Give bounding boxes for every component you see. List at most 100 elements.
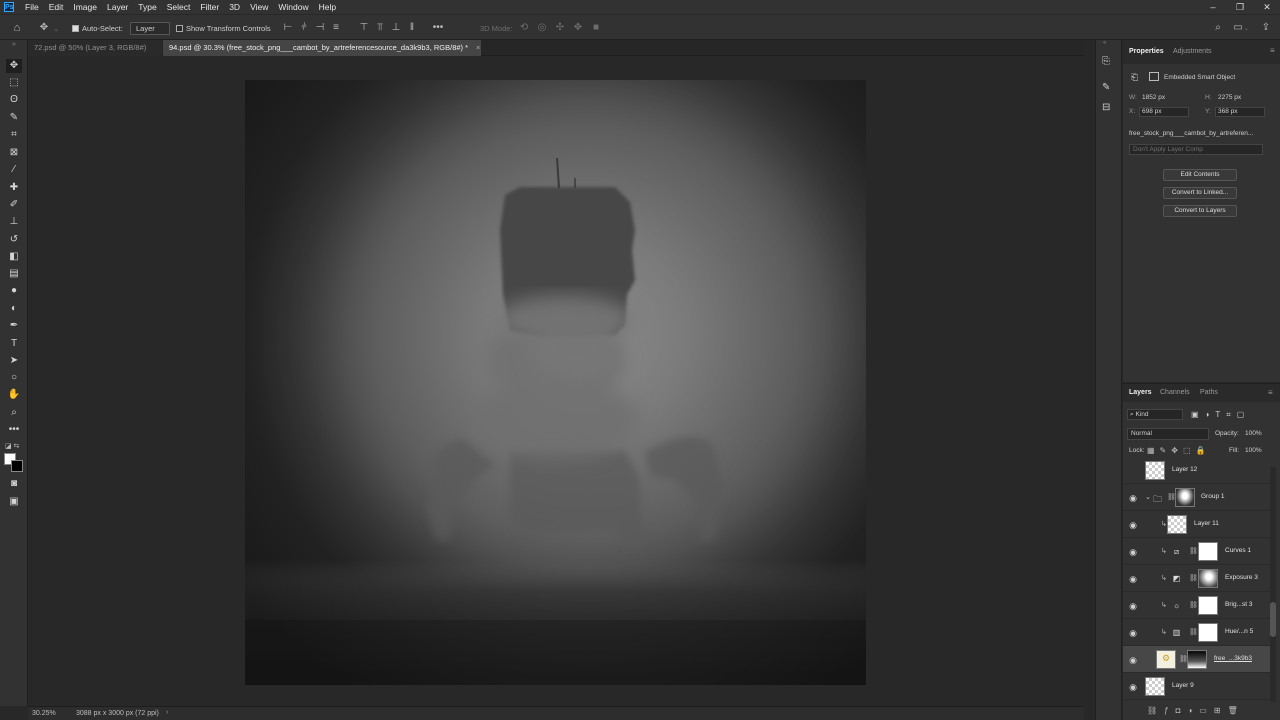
layer-name[interactable]: Layer 9 xyxy=(1172,682,1194,689)
visibility-eye-icon[interactable]: ◉ xyxy=(1128,682,1138,692)
align-vcenter-icon[interactable]: ⫪ xyxy=(374,22,386,34)
status-menu-icon[interactable]: › xyxy=(166,709,168,716)
layer-row[interactable]: ◉ ↳ ⧄ ⛓ Curves 1 xyxy=(1123,538,1273,565)
visibility-eye-icon[interactable]: ◉ xyxy=(1128,655,1138,665)
crop-tool-icon[interactable]: ⌗ xyxy=(6,128,22,142)
layer-row-selected[interactable]: ◉ ⚙ ⛓ free_...3k9b3 xyxy=(1123,646,1273,673)
screen-mode-icon[interactable]: ▣ xyxy=(6,495,22,509)
move-tool-preset-icon[interactable]: ✥ ⌄ xyxy=(38,20,60,36)
background-color-swatch[interactable] xyxy=(11,460,23,472)
3d-slide-icon[interactable]: ✥ xyxy=(572,22,584,34)
visibility-eye-icon[interactable]: ◉ xyxy=(1128,574,1138,584)
quick-mask-icon[interactable]: ◙ xyxy=(6,477,22,491)
link-layers-icon[interactable]: ⛓ xyxy=(1147,706,1164,715)
align-top-icon[interactable]: ⊤ xyxy=(358,22,370,34)
share-icon[interactable]: ⇪ xyxy=(1260,20,1272,36)
document-info[interactable]: 3088 px x 3000 px (72 ppi) xyxy=(76,710,159,717)
layer-name[interactable]: free_...3k9b3 xyxy=(1214,655,1252,662)
panel-menu-icon[interactable]: ≡ xyxy=(1270,46,1275,55)
dodge-tool-icon[interactable]: ◐ xyxy=(6,302,22,316)
pen-tool-icon[interactable]: ✒ xyxy=(6,319,22,333)
brush-tool-icon[interactable]: ✐ xyxy=(6,198,22,212)
gradient-tool-icon[interactable]: ▤ xyxy=(6,267,22,281)
tab-adjustments[interactable]: Adjustments xyxy=(1173,48,1212,55)
align-hcenter-icon[interactable]: ⫩ xyxy=(298,22,310,34)
align-left-icon[interactable]: ⊢ xyxy=(282,22,294,34)
delete-layer-icon[interactable]: 🗑 xyxy=(1228,706,1245,715)
document-canvas[interactable] xyxy=(245,80,866,685)
workspace-icon[interactable]: ▭ ⌄ xyxy=(1232,20,1249,36)
frame-tool-icon[interactable]: ⊠ xyxy=(6,146,22,160)
tab-72-psd[interactable]: 72.psd @ 50% (Layer 3, RGB/8#) xyxy=(28,40,162,56)
auto-select-checkbox[interactable]: Auto-Select: xyxy=(72,20,123,36)
group-expand-icon[interactable]: ⌄ xyxy=(1145,493,1151,501)
lasso-tool-icon[interactable]: ʘ xyxy=(6,93,22,107)
default-colors-icon[interactable]: ◪ ⇆ xyxy=(5,442,19,450)
layers-menu-icon[interactable]: ≡ xyxy=(1268,388,1273,397)
layer-name[interactable]: Hue/...n 5 xyxy=(1225,628,1253,635)
fill-value[interactable]: 100% xyxy=(1245,447,1262,454)
menu-type[interactable]: Type xyxy=(133,2,161,12)
convert-to-linked-button[interactable]: Convert to Linked... xyxy=(1163,187,1237,199)
layer-row[interactable]: ◉ Layer 9 xyxy=(1123,673,1273,700)
auto-select-target-dropdown[interactable]: Layer xyxy=(130,20,170,36)
lock-icons[interactable]: ▦✎✥⬚🔒 xyxy=(1147,446,1210,455)
menu-edit[interactable]: Edit xyxy=(44,2,69,12)
layer-name[interactable]: Curves 1 xyxy=(1225,547,1251,554)
menu-help[interactable]: Help xyxy=(314,2,341,12)
layer-row[interactable]: ◉ ↳ Layer 11 xyxy=(1123,511,1273,538)
layer-name[interactable]: Exposure 3 xyxy=(1225,574,1258,581)
3d-roll-icon[interactable]: ◎ xyxy=(536,22,548,34)
visibility-eye-icon[interactable]: ◉ xyxy=(1128,547,1138,557)
new-layer-icon[interactable]: ⊞ xyxy=(1214,706,1228,715)
new-group-icon[interactable]: ▭ xyxy=(1199,706,1214,715)
layer-name[interactable]: Brig...st 3 xyxy=(1225,601,1252,608)
distribute-vertical-icon[interactable]: ≡ xyxy=(330,22,342,34)
menu-3d[interactable]: 3D xyxy=(224,2,245,12)
visibility-eye-icon[interactable]: ◉ xyxy=(1128,601,1138,611)
layer-row[interactable]: ◉ ↳ ◩ ⛓ Exposure 3 xyxy=(1123,565,1273,592)
close-icon[interactable]: ✕ xyxy=(1254,0,1280,14)
filter-icons[interactable]: ▣◑T⌗▢ xyxy=(1191,410,1250,420)
menu-image[interactable]: Image xyxy=(68,2,102,12)
quick-select-tool-icon[interactable]: ✎ xyxy=(6,111,22,125)
visibility-eye-icon[interactable]: ◉ xyxy=(1128,520,1138,530)
type-tool-icon[interactable]: T xyxy=(6,337,22,351)
opacity-value[interactable]: 100% xyxy=(1245,430,1262,437)
align-bottom-icon[interactable]: ⊥ xyxy=(390,22,402,34)
visibility-eye-icon[interactable]: ◉ xyxy=(1128,628,1138,638)
menu-file[interactable]: File xyxy=(20,2,44,12)
layer-row-group[interactable]: ◉ ⌄ 🗀 ⛓ Group 1 xyxy=(1123,484,1273,511)
tab-94-psd[interactable]: 94.psd @ 30.3% (free_stock_png___cambot_… xyxy=(163,40,481,56)
visibility-eye-icon[interactable]: ◉ xyxy=(1128,493,1138,503)
marquee-tool-icon[interactable]: ⬚ xyxy=(6,76,22,90)
adjustment-layer-icon[interactable]: ◑ xyxy=(1187,706,1199,715)
collapse-toolbar-icon[interactable]: » xyxy=(6,38,22,52)
eraser-tool-icon[interactable]: ◧ xyxy=(6,250,22,264)
search-icon[interactable]: ⌕ xyxy=(1212,20,1224,36)
3d-scale-icon[interactable]: ■ xyxy=(590,22,602,34)
edit-contents-button[interactable]: Edit Contents xyxy=(1163,169,1237,181)
menu-select[interactable]: Select xyxy=(162,2,196,12)
layer-name[interactable]: Layer 11 xyxy=(1194,520,1219,527)
properties-panel-icon[interactable]: ⊟ xyxy=(1102,102,1110,113)
close-tab-icon[interactable]: × xyxy=(476,43,480,52)
zoom-tool-icon[interactable]: ⌕ xyxy=(6,406,22,420)
collapse-panels-icon[interactable]: « xyxy=(1103,40,1106,46)
add-mask-icon[interactable]: ◘ xyxy=(1176,706,1188,715)
home-icon[interactable]: ⌂ xyxy=(11,20,23,36)
fx-icon[interactable]: ƒ xyxy=(1164,706,1175,715)
menu-view[interactable]: View xyxy=(245,2,273,12)
layer-row[interactable]: ◉ ↳ ☼ ⛓ Brig...st 3 xyxy=(1123,592,1273,619)
layer-name[interactable]: Group 1 xyxy=(1201,493,1225,500)
height-value[interactable]: 2275 px xyxy=(1218,94,1241,101)
maximize-icon[interactable]: ❐ xyxy=(1227,0,1253,14)
path-selection-tool-icon[interactable]: ➤ xyxy=(6,354,22,368)
history-brush-tool-icon[interactable]: ↺ xyxy=(6,233,22,247)
ellipse-tool-icon[interactable]: ○ xyxy=(6,371,22,385)
move-tool-icon[interactable]: ✥ xyxy=(6,59,22,73)
width-value[interactable]: 1852 px xyxy=(1142,94,1165,101)
hand-tool-icon[interactable]: ✋ xyxy=(6,388,22,402)
tab-properties[interactable]: Properties xyxy=(1129,48,1164,55)
tab-layers[interactable]: Layers xyxy=(1129,389,1152,396)
